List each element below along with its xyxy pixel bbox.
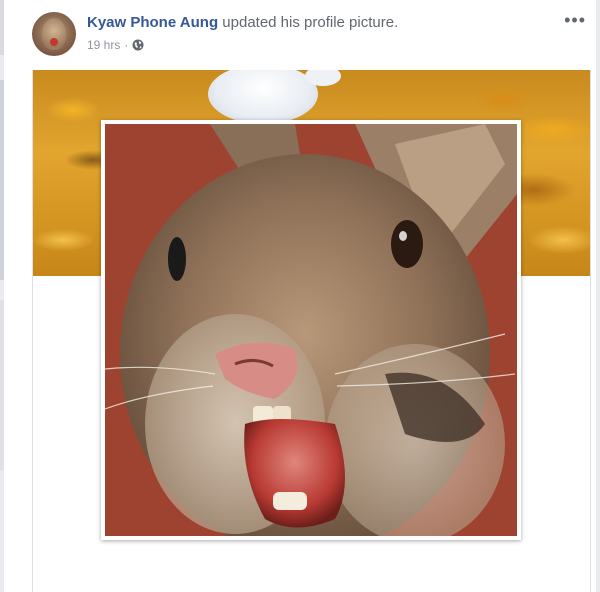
post-body	[32, 70, 591, 592]
right-sidebar-edge	[596, 0, 600, 592]
post-header: Kyaw Phone Aung updated his profile pict…	[32, 11, 592, 58]
left-sidebar-edge	[0, 0, 4, 592]
post-action-text: updated his profile picture.	[218, 14, 399, 31]
rabbit-photo-illustration	[105, 124, 517, 536]
author-avatar[interactable]	[32, 12, 76, 56]
globe-icon[interactable]	[132, 39, 144, 51]
cover-bunny-shape	[208, 70, 318, 124]
post-meta: 19 hrs ·	[87, 38, 144, 52]
post-options-button[interactable]: •••	[564, 11, 586, 29]
post-timestamp[interactable]: 19 hrs	[87, 38, 120, 52]
author-name-link[interactable]: Kyaw Phone Aung	[87, 14, 218, 31]
post-title-line: Kyaw Phone Aung updated his profile pict…	[87, 14, 398, 31]
profile-picture-frame[interactable]	[101, 120, 521, 540]
meta-separator: ·	[124, 38, 129, 52]
profile-picture[interactable]	[105, 124, 517, 536]
facebook-feed-page: Kyaw Phone Aung updated his profile pict…	[0, 0, 600, 592]
